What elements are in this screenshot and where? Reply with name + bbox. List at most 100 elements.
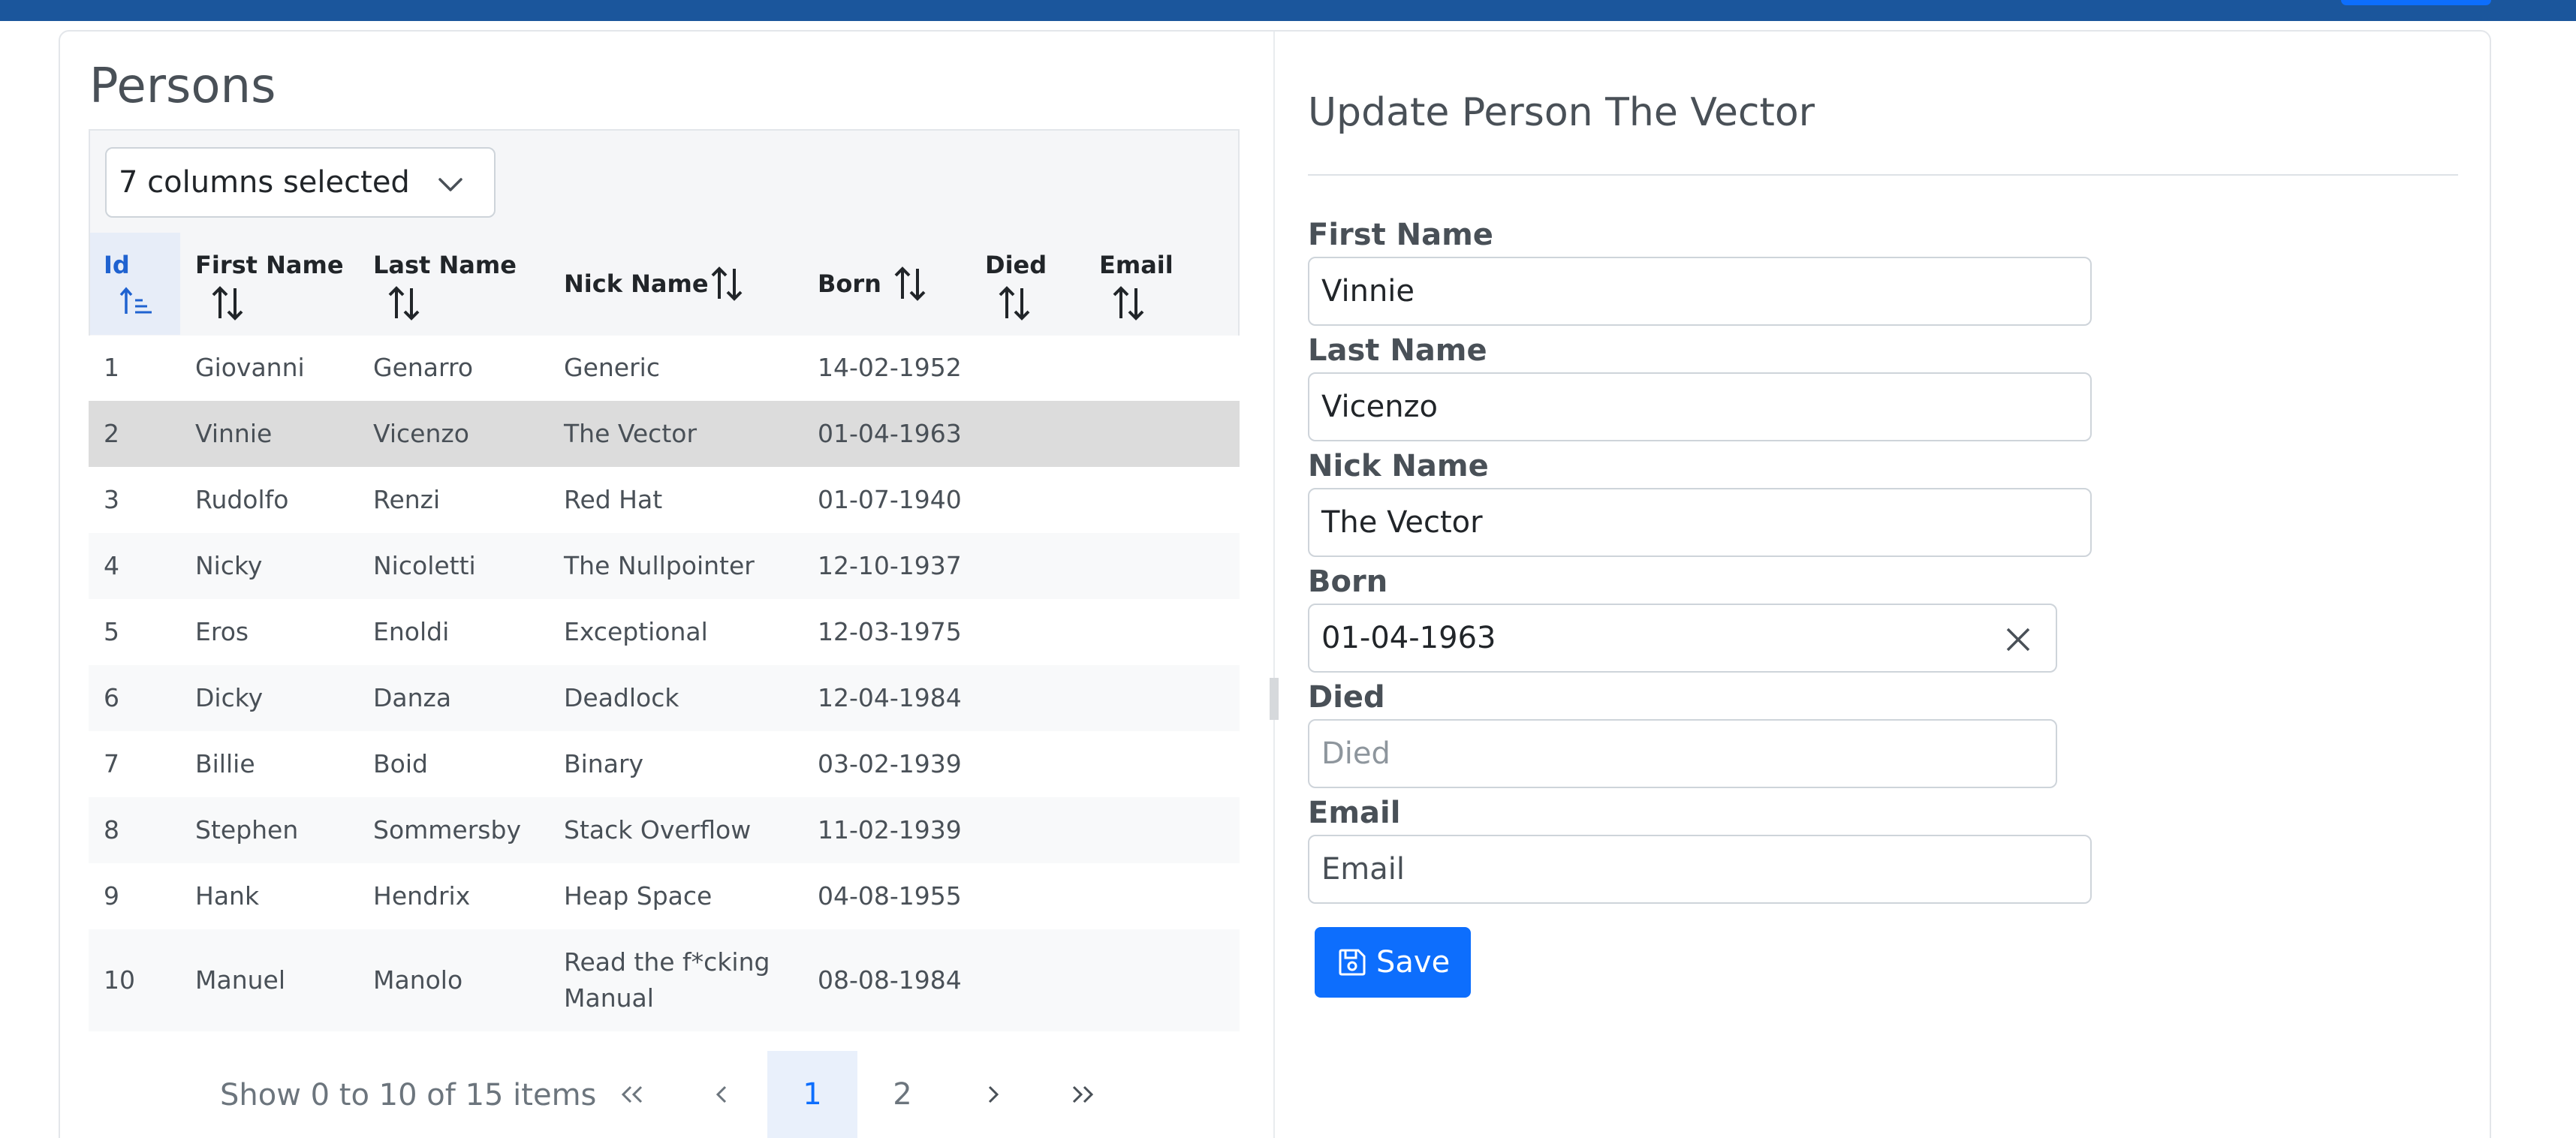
top-navbar: [0, 0, 2576, 21]
cell-born: 03-02-1939: [818, 749, 962, 778]
cell-nick-name: Stack Overflow: [564, 815, 752, 844]
navbar-button[interactable]: [2341, 0, 2491, 5]
table-row[interactable]: 4 Nicky Nicoletti The Nullpointer 12-10-…: [89, 533, 1240, 599]
last-page-button[interactable]: [1051, 1051, 1114, 1138]
cell-id: 2: [104, 419, 119, 448]
cell-last-name: Enoldi: [373, 617, 450, 646]
floppy-disk-icon: [1339, 949, 1366, 976]
cell-born: 12-03-1975: [818, 617, 962, 646]
email-label: Email: [1308, 796, 1401, 830]
cell-last-name: Genarro: [373, 353, 474, 382]
first-page-button[interactable]: [601, 1051, 664, 1138]
sort-icon: [999, 286, 1030, 321]
update-form-title: Update Person The Vector: [1308, 90, 1815, 135]
cell-born: 01-07-1940: [818, 485, 962, 514]
column-header-label: Born: [818, 269, 881, 298]
cell-id: 7: [104, 749, 119, 778]
cell-born: 04-08-1955: [818, 881, 962, 911]
cell-born: 12-10-1937: [818, 551, 962, 580]
table-row-selected[interactable]: 2 Vinnie Vicenzo The Vector 01-04-1963: [89, 401, 1240, 467]
sort-ascending-icon: [119, 287, 152, 314]
chevron-right-icon: [988, 1085, 999, 1103]
column-select-label: 7 columns selected: [119, 165, 410, 200]
cell-first-name: Hank: [195, 881, 260, 911]
cell-born: 01-04-1963: [818, 419, 962, 448]
last-name-field[interactable]: Vicenzo: [1308, 372, 2092, 441]
sort-icon: [1113, 286, 1144, 321]
cell-nick-name: The Nullpointer: [564, 551, 755, 580]
cell-last-name: Nicoletti: [373, 551, 476, 580]
table-row[interactable]: 1 Giovanni Genarro Generic 14-02-1952: [89, 335, 1240, 401]
column-header-id[interactable]: Id: [90, 233, 180, 335]
next-page-button[interactable]: [963, 1051, 1023, 1138]
column-header-last-name[interactable]: Last Name: [373, 233, 546, 335]
table-row[interactable]: 10 Manuel Manolo Read the f*cking Manual…: [89, 929, 1240, 1031]
column-select-dropdown[interactable]: 7 columns selected: [105, 147, 496, 218]
table-row[interactable]: 7 Billie Boid Binary 03-02-1939: [89, 731, 1240, 797]
column-header-first-name[interactable]: First Name: [195, 233, 360, 335]
table-row[interactable]: 3 Rudolfo Renzi Red Hat 01-07-1940: [89, 467, 1240, 533]
page-1-button[interactable]: 1: [767, 1051, 857, 1138]
cell-last-name: Sommersby: [373, 815, 521, 844]
column-header-label: Last Name: [373, 251, 517, 279]
sort-icon: [212, 286, 243, 321]
table-row[interactable]: 5 Eros Enoldi Exceptional 12-03-1975: [89, 599, 1240, 665]
prev-page-button[interactable]: [692, 1051, 752, 1138]
column-header-label: Email: [1099, 251, 1174, 279]
nick-name-field[interactable]: The Vector: [1308, 488, 2092, 557]
cell-born: 11-02-1939: [818, 815, 962, 844]
cell-first-name: Giovanni: [195, 353, 305, 382]
cell-last-name: Renzi: [373, 485, 441, 514]
email-field[interactable]: Email: [1308, 835, 2092, 904]
cell-last-name: Vicenzo: [373, 419, 469, 448]
chevron-left-icon: [716, 1085, 727, 1103]
last-name-label: Last Name: [1308, 333, 1487, 368]
form-divider: [1308, 174, 2458, 176]
pager-summary: Show 0 to 10 of 15 items: [220, 1078, 597, 1112]
cell-nick-name: Exceptional: [564, 617, 708, 646]
cell-nick-name: Binary: [564, 749, 644, 778]
table-row[interactable]: 9 Hank Hendrix Heap Space 04-08-1955: [89, 863, 1240, 929]
cell-born: 08-08-1984: [818, 965, 962, 995]
sort-icon: [894, 266, 926, 301]
cell-id: 9: [104, 881, 119, 911]
cell-first-name: Vinnie: [195, 419, 273, 448]
cell-first-name: Billie: [195, 749, 255, 778]
column-header-born[interactable]: Born: [818, 233, 968, 335]
cell-first-name: Manuel: [195, 965, 285, 995]
cell-last-name: Boid: [373, 749, 428, 778]
nick-name-label: Nick Name: [1308, 449, 1489, 483]
column-header-email[interactable]: Email: [1099, 233, 1227, 335]
cell-nick-name-line2: Manual: [564, 983, 654, 1013]
splitter-handle[interactable]: [1270, 678, 1279, 720]
cell-id: 4: [104, 551, 119, 580]
died-label: Died: [1308, 680, 1385, 715]
chevron-down-icon: [438, 178, 462, 191]
table-row[interactable]: 6 Dicky Danza Deadlock 12-04-1984: [89, 665, 1240, 731]
cell-last-name: Hendrix: [373, 881, 471, 911]
cell-first-name: Dicky: [195, 683, 264, 712]
cell-id: 1: [104, 353, 119, 382]
cell-id: 5: [104, 617, 119, 646]
cell-id: 3: [104, 485, 119, 514]
column-header-nick-name[interactable]: Nick Name: [564, 233, 789, 335]
column-header-label: First Name: [195, 251, 344, 279]
cell-born: 14-02-1952: [818, 353, 962, 382]
save-button[interactable]: Save: [1315, 927, 1471, 998]
sort-icon: [388, 286, 420, 321]
save-button-label: Save: [1376, 945, 1451, 980]
cell-nick-name: Deadlock: [564, 683, 679, 712]
column-header-label: Died: [985, 251, 1047, 279]
column-header-died[interactable]: Died: [985, 233, 1090, 335]
died-date-field[interactable]: Died: [1308, 719, 2057, 788]
column-header-label: Nick Name: [564, 269, 709, 298]
cell-nick-name: Red Hat: [564, 485, 663, 514]
first-name-field[interactable]: Vinnie: [1308, 257, 2092, 326]
cell-last-name: Manolo: [373, 965, 463, 995]
page-2-button[interactable]: 2: [869, 1051, 935, 1138]
panel-divider: [1273, 32, 1275, 1138]
clear-date-icon[interactable]: [2003, 625, 2033, 655]
column-header-label: Id: [104, 251, 130, 279]
born-date-field[interactable]: 01-04-1963: [1308, 604, 2057, 673]
table-row[interactable]: 8 Stephen Sommersby Stack Overflow 11-02…: [89, 797, 1240, 863]
